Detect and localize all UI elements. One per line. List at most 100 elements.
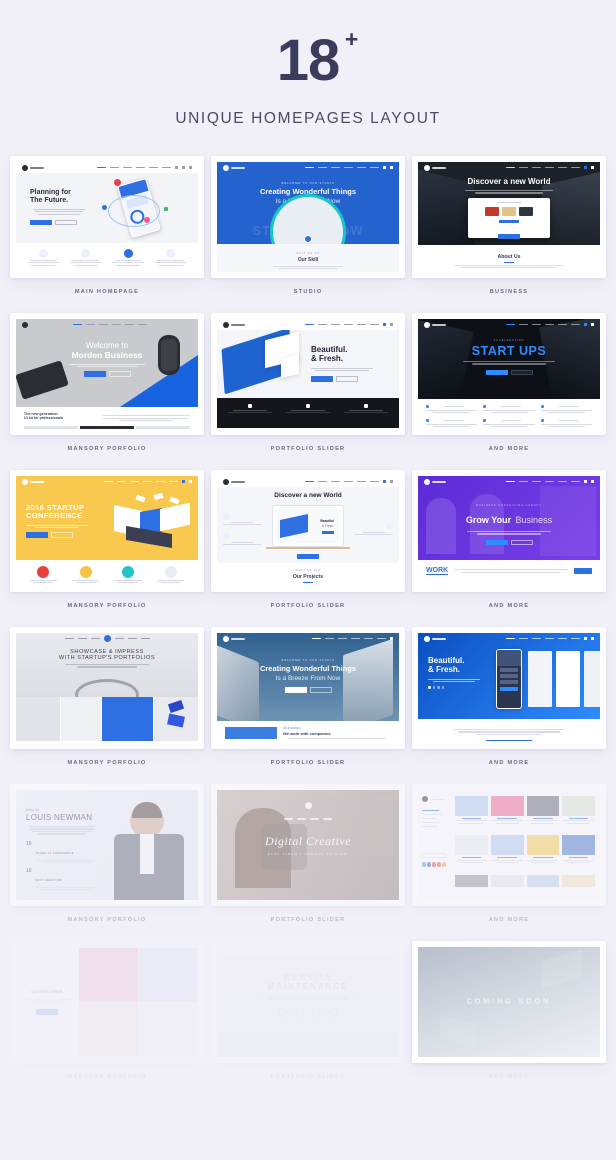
- hero-secondary-button[interactable]: [55, 219, 77, 226]
- hero-eyebrow: WELCOME TO OUR STUDIO: [281, 659, 335, 662]
- hero-primary-button[interactable]: [36, 1009, 58, 1015]
- portfolio-tile[interactable]: [60, 697, 101, 741]
- homepage-card-preview[interactable]: Hello I'm LOUIS NEWMAN 15 YEARS OF EXPER…: [10, 784, 204, 906]
- homepage-card-preview[interactable]: ACCELERATING START UPS: [412, 313, 606, 435]
- homepage-card-preview[interactable]: SHOWCASE & IMPRESS WITH STARTUP'S PORTFO…: [10, 627, 204, 749]
- hero-primary-button[interactable]: [83, 371, 106, 377]
- slider-dot[interactable]: [441, 686, 444, 689]
- page-header: 18 + UNIQUE HOMEPAGES LAYOUT: [0, 0, 616, 128]
- homepage-card-preview[interactable]: WELCOME TO OUR STUDIO Creating Wonderful…: [211, 156, 405, 278]
- homepage-card-cell[interactable]: WELCOME TO OUR STUDIO Creating Wonderful…: [211, 156, 405, 313]
- homepage-card-preview[interactable]: Welcome to Morden Business The new gener…: [10, 313, 204, 435]
- portfolio-tile[interactable]: [101, 697, 154, 741]
- hero-primary-button[interactable]: [284, 687, 307, 693]
- slider-dot[interactable]: [428, 686, 431, 689]
- site-preview: Beautiful. & Fresh.: [418, 633, 600, 743]
- hero-primary-button[interactable]: [311, 376, 333, 382]
- nav-menu: [506, 637, 594, 640]
- blog-card[interactable]: [490, 835, 524, 871]
- sidebar-item[interactable]: [422, 814, 443, 815]
- homepage-card-preview[interactable]: Beautiful. & Fresh.: [211, 313, 405, 435]
- sidebar-item[interactable]: [422, 818, 437, 819]
- homepage-card-preview[interactable]: COMING SOON: [412, 941, 606, 1063]
- homepage-card-preview[interactable]: [412, 784, 606, 906]
- portfolio-tile[interactable]: [138, 1002, 197, 1056]
- homepage-card-preview[interactable]: Discover a new World Beautiful & Fresh.: [211, 470, 405, 592]
- sidebar-item[interactable]: [422, 822, 440, 823]
- hero-primary-button[interactable]: [498, 233, 520, 239]
- homepage-card-cell[interactable]: SHOWCASE & IMPRESS WITH STARTUP'S PORTFO…: [10, 627, 204, 784]
- homepage-card-preview[interactable]: Our Best Work: [10, 941, 204, 1063]
- blog-card[interactable]: [562, 835, 595, 871]
- tablet-mockup: [468, 198, 550, 238]
- portfolio-tile[interactable]: [154, 697, 198, 741]
- hero-primary-button[interactable]: [297, 553, 319, 559]
- social-icon[interactable]: [442, 862, 446, 867]
- homepage-card-preview[interactable]: Digital Creative PLAY VIDEO | SCROLL TO …: [211, 784, 405, 906]
- homepage-card-cell[interactable]: Beautiful. & Fresh.: [412, 627, 606, 784]
- hero-primary-button[interactable]: [26, 532, 48, 538]
- homepage-card-cell[interactable]: Digital Creative PLAY VIDEO | SCROLL TO …: [211, 784, 405, 941]
- search-input[interactable]: [422, 853, 446, 858]
- portfolio-tile[interactable]: [16, 697, 60, 741]
- feature-item: [540, 418, 592, 429]
- section-button[interactable]: [574, 568, 592, 574]
- hero-primary-button[interactable]: [485, 369, 508, 376]
- hero-secondary-button[interactable]: [108, 371, 131, 377]
- homepage-card-cell[interactable]: Hello I'm LOUIS NEWMAN 15 YEARS OF EXPER…: [10, 784, 204, 941]
- sidebar-item[interactable]: [422, 810, 439, 811]
- homepage-card-preview[interactable]: WEBSITE MAINTENANCE: [211, 941, 405, 1063]
- blog-card[interactable]: [455, 796, 488, 832]
- blog-card[interactable]: [562, 874, 595, 894]
- homepage-card-cell[interactable]: COMING SOON AND MORE: [412, 941, 606, 1098]
- hero-secondary-button[interactable]: [336, 376, 358, 382]
- logo-icon: [424, 478, 446, 485]
- blog-card[interactable]: [526, 835, 560, 871]
- homepage-card-cell[interactable]: Discover a new World About Us BUSINESS: [412, 156, 606, 313]
- site-preview: ACCELERATING START UPS: [418, 319, 600, 429]
- homepage-card-cell[interactable]: WELCOME TO OUR STUDIO Creating Wonderful…: [211, 627, 405, 784]
- portfolio-tile[interactable]: [138, 948, 197, 1002]
- homepage-card-cell[interactable]: AND MORE: [412, 784, 606, 941]
- hero-secondary-button[interactable]: [510, 539, 533, 546]
- homepage-card-cell[interactable]: Welcome to Morden Business The new gener…: [10, 313, 204, 470]
- homepage-card-preview[interactable]: Planning for The Future.: [10, 156, 204, 278]
- homepage-card-preview[interactable]: Beautiful. & Fresh.: [412, 627, 606, 749]
- homepage-card-cell[interactable]: Beautiful. & Fresh.: [211, 313, 405, 470]
- social-icon[interactable]: [437, 862, 441, 867]
- homepage-card-cell[interactable]: Planning for The Future. MAIN HOMEPAGE: [10, 156, 204, 313]
- blog-card[interactable]: [455, 835, 488, 871]
- homepage-card-cell[interactable]: Our Best Work MANSORY PORFOLIO: [10, 941, 204, 1098]
- blog-card[interactable]: [562, 796, 595, 832]
- homepage-card-cell[interactable]: 2016 STARTUP CONFERENCE MANSORY PORFOLIO: [10, 470, 204, 627]
- homepage-card-preview[interactable]: Discover a new World About Us: [412, 156, 606, 278]
- hero-secondary-button[interactable]: [309, 687, 332, 693]
- logo-icon: [424, 635, 446, 642]
- homepage-card-cell[interactable]: BUSINESS CONSULTING AGENCY Grow Your Bus…: [412, 470, 606, 627]
- social-icon[interactable]: [427, 862, 431, 867]
- slider-dot[interactable]: [437, 686, 440, 689]
- hero-secondary-button[interactable]: [51, 532, 73, 538]
- logo-icon: [22, 321, 28, 328]
- portfolio-tile[interactable]: [79, 948, 138, 1002]
- homepage-card-preview[interactable]: WELCOME TO OUR STUDIO Creating Wonderful…: [211, 627, 405, 749]
- portfolio-tile[interactable]: [79, 1002, 138, 1056]
- blog-card[interactable]: [526, 796, 560, 832]
- homepage-card-preview[interactable]: BUSINESS CONSULTING AGENCY Grow Your Bus…: [412, 470, 606, 592]
- sidebar-item[interactable]: [422, 826, 438, 827]
- slider-dot[interactable]: [432, 686, 435, 689]
- blog-card[interactable]: [490, 796, 524, 832]
- hero-primary-button[interactable]: [485, 539, 508, 546]
- blog-card[interactable]: [455, 874, 488, 894]
- feature-item: [223, 533, 261, 547]
- homepage-card-cell[interactable]: WEBSITE MAINTENANCE PORTFOLIO SLIDER: [211, 941, 405, 1098]
- homepage-card-cell[interactable]: Discover a new World Beautiful & Fresh.: [211, 470, 405, 627]
- social-icon[interactable]: [422, 862, 426, 867]
- blog-card[interactable]: [490, 874, 524, 894]
- blog-card[interactable]: [526, 874, 560, 894]
- homepage-card-preview[interactable]: 2016 STARTUP CONFERENCE: [10, 470, 204, 592]
- hero-secondary-button[interactable]: [510, 369, 533, 376]
- social-icon[interactable]: [432, 862, 436, 867]
- hero-primary-button[interactable]: [30, 219, 52, 226]
- homepage-card-cell[interactable]: ACCELERATING START UPS AND MORE: [412, 313, 606, 470]
